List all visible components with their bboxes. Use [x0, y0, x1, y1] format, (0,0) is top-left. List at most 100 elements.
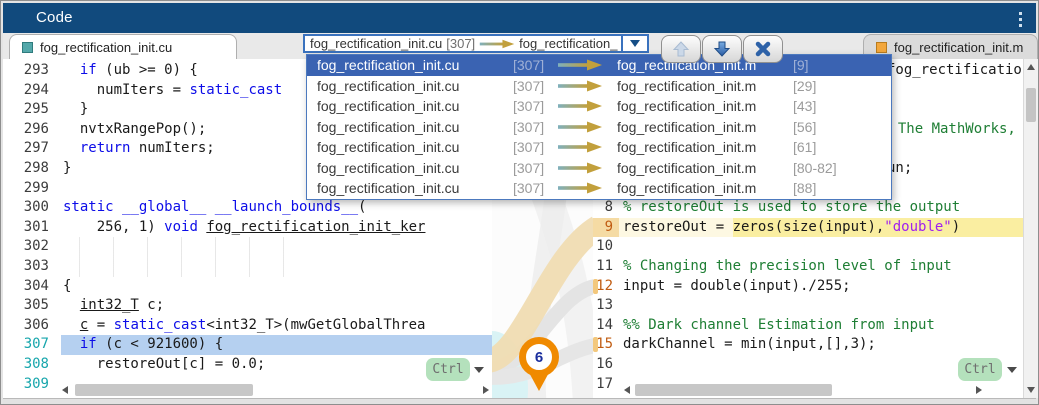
ctrl-key-badge-right[interactable]: Ctrl — [958, 358, 1002, 381]
trace-item-source: fog_rectification_init.cu — [317, 180, 460, 197]
chevron-down-icon[interactable] — [474, 367, 484, 373]
trace-item-target: fog_rectification_init.m — [617, 98, 757, 115]
code-line[interactable]: 306 c = static_cast <int32_T>(mwGetGlobal… — [3, 316, 492, 336]
previous-trace-button[interactable] — [661, 35, 701, 63]
scroll-right-icon[interactable] — [976, 386, 982, 394]
code-text: restoreOut = — [623, 218, 733, 235]
trace-item-source: fog_rectification_init.cu — [317, 77, 460, 94]
code-text: __launch_bounds__ — [214, 199, 359, 216]
code-text: c; — [138, 297, 165, 314]
trace-arrow-icon — [558, 121, 602, 133]
trace-list-item[interactable]: fog_rectification_init.cu [307] fog_rectif… — [307, 137, 891, 158]
code-line[interactable]: 15 darkChannel = min(input,[],3); — [593, 335, 1023, 355]
scroll-up-icon[interactable] — [1024, 59, 1038, 75]
title-bar: Code — [3, 3, 1036, 33]
code-link[interactable]: c — [80, 316, 88, 336]
code-line[interactable]: 303 — [3, 256, 492, 277]
code-text: zeros(size(input), — [732, 217, 885, 238]
code-text: nvtxRangePop(); — [63, 120, 207, 137]
code-text: ( — [358, 199, 367, 216]
code-text: { — [63, 277, 72, 294]
next-trace-button[interactable] — [702, 35, 742, 63]
line-number: 307 — [23, 336, 49, 353]
target-horizontal-scrollbar[interactable] — [623, 383, 983, 397]
code-line[interactable]: 10 — [593, 237, 1023, 257]
trace-item-source-lines: [307] — [513, 180, 545, 197]
trace-item-source-lines: [307] — [513, 98, 545, 115]
trace-marker — [593, 337, 598, 353]
trace-item-target-lines: [88] — [793, 180, 817, 197]
trace-item-source: fog_rectification_init.cu — [317, 118, 460, 135]
trace-list-item[interactable]: fog_rectification_init.cu [307] fog_rectif… — [307, 76, 891, 97]
code-text: fog_rectification_init( — [887, 62, 1023, 78]
vertical-scroll-thumb[interactable] — [1026, 88, 1036, 122]
line-number: 17 — [596, 375, 613, 392]
code-line[interactable]: 302 — [3, 237, 492, 257]
ctrl-key-badge-left[interactable]: Ctrl — [426, 358, 470, 381]
code-text: (c < 921600) { — [96, 336, 224, 353]
line-number: 297 — [23, 140, 49, 157]
combo-dropdown-caret-icon[interactable] — [621, 36, 647, 51]
line-number: 11 — [596, 257, 613, 274]
line-number: 294 — [23, 81, 49, 98]
combo-source-lines: [307] — [446, 36, 476, 51]
code-line[interactable]: 304 { — [3, 277, 492, 297]
line-number: 304 — [23, 277, 49, 294]
trace-list-item[interactable]: fog_rectification_init.cu [307] fog_rectif… — [307, 158, 891, 179]
source-hscroll-thumb[interactable] — [75, 384, 253, 396]
chevron-down-icon[interactable] — [1007, 367, 1017, 373]
code-text: static — [63, 199, 114, 216]
trace-arrow-icon — [558, 100, 602, 112]
code-text: darkChannel = min(input,[],3); — [623, 336, 876, 353]
code-line[interactable]: 301 256, 1) void fog_rectification_init_… — [3, 218, 492, 238]
code-link[interactable]: int32_T — [80, 296, 139, 316]
target-hscroll-thumb[interactable] — [635, 384, 832, 396]
kebab-menu-icon[interactable] — [1010, 9, 1030, 29]
scroll-right-icon[interactable] — [483, 386, 489, 394]
line-number: 303 — [23, 257, 49, 274]
trace-item-target: fog_rectification_init.m — [617, 159, 757, 176]
code-line[interactable]: 305 int32_T c; — [3, 296, 492, 316]
window-bottom-strip — [3, 398, 1036, 404]
scroll-down-icon[interactable] — [1024, 382, 1038, 398]
code-text: if — [79, 62, 97, 78]
trace-combo-box[interactable]: fog_rectification_init.cu [307] fog_rect… — [303, 34, 649, 53]
close-trace-button[interactable] — [743, 35, 783, 63]
line-number: 302 — [23, 238, 49, 255]
code-line[interactable]: 300 static __global__ __launch_bounds__( — [3, 198, 492, 218]
scroll-left-icon[interactable] — [624, 386, 630, 394]
trace-item-target-lines: [43] — [793, 98, 817, 115]
code-text: input = double(input)./255; — [623, 277, 851, 294]
trace-arrow-icon — [558, 182, 602, 194]
vertical-scrollbar[interactable] — [1023, 59, 1038, 398]
trace-list-item[interactable]: fog_rectification_init.cu [307] fog_rectif… — [307, 178, 891, 199]
line-number: 16 — [596, 355, 613, 372]
code-line[interactable]: 9 restoreOut = zeros(size(input), "double"… — [593, 217, 1023, 238]
source-horizontal-scrollbar[interactable] — [61, 383, 490, 397]
code-line[interactable]: 13 — [593, 296, 1023, 316]
down-arrow-icon — [713, 41, 731, 57]
scroll-left-icon[interactable] — [62, 386, 68, 394]
trace-dropdown-list[interactable]: fog_rectification_init.cu [307] fog_rectif… — [306, 54, 892, 200]
cu-file-icon — [22, 41, 33, 53]
trace-list-item[interactable]: fog_rectification_init.cu [307] fog_rectif… — [307, 117, 891, 138]
trace-list-item[interactable]: fog_rectification_init.cu [307] fog_rectif… — [307, 96, 891, 117]
trace-combo-text: fog_rectification_init.cu [307] fog_rect… — [305, 36, 621, 51]
tab-source-file[interactable]: fog_rectification_init.cu — [9, 34, 237, 59]
trace-item-source: fog_rectification_init.cu — [317, 159, 460, 176]
code-line[interactable]: 14 %% Dark channel Estimation from input — [593, 316, 1023, 336]
code-text: (ub >= 0) { — [96, 62, 198, 78]
line-number: 301 — [23, 218, 49, 235]
line-number: 295 — [23, 101, 49, 118]
code-link[interactable]: fog_rectification_init_ker — [206, 218, 425, 238]
trace-item-target: fog_rectification_init.m — [617, 139, 757, 156]
trace-list-item[interactable]: fog_rectification_init.cu [307] fog_rectif… — [307, 55, 891, 76]
code-line[interactable]: 307 if (c < 921600) { — [3, 335, 492, 355]
code-line[interactable]: 12 input = double(input)./255; — [593, 277, 1023, 297]
line-number: 309 — [23, 375, 49, 392]
code-line[interactable]: 8 % restoreOut is used to store the outpu… — [593, 198, 1023, 218]
code-line[interactable]: 11 % Changing the precision level of inpu… — [593, 257, 1023, 277]
line-number: 10 — [596, 238, 613, 255]
code-line[interactable]: 308 restoreOut[c] = 0.0; — [3, 355, 492, 375]
